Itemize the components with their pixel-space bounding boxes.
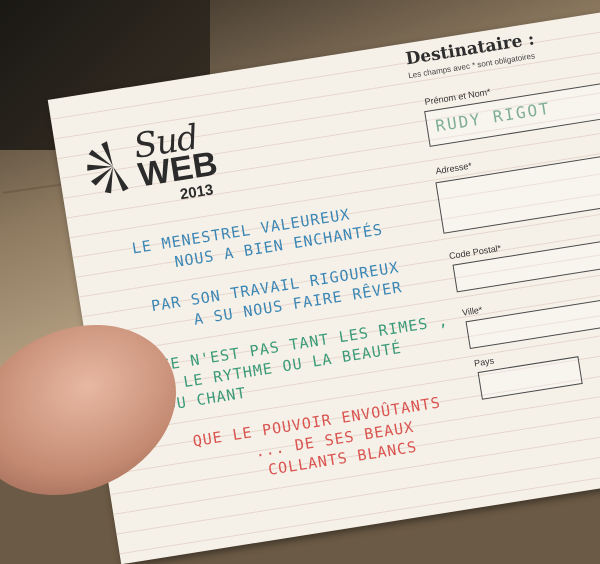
name-value: RUDY RIGOT [434, 98, 552, 136]
logo-year-text: 2013 [178, 181, 215, 204]
postal-code-field[interactable] [452, 234, 600, 293]
name-field[interactable]: RUDY RIGOT [424, 81, 600, 147]
city-field[interactable] [465, 291, 600, 350]
address-label: Adresse* [434, 160, 473, 177]
city-label: Ville* [461, 304, 484, 318]
country-label: Pays [473, 355, 495, 369]
postcard: Sud WEB 2013 LE MENESTREL VALEUREUX NOUS… [47, 3, 600, 564]
sudweb-logo: Sud WEB 2013 [78, 112, 240, 224]
